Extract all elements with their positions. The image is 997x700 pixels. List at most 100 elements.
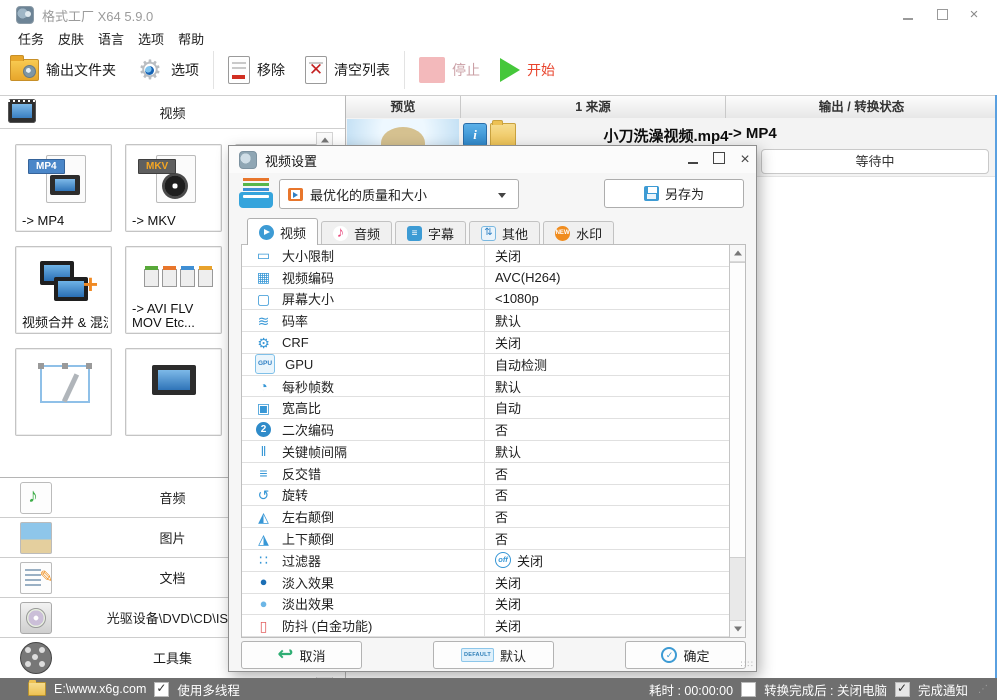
setting-label: GPU [285, 356, 314, 372]
close-button[interactable]: × [963, 7, 985, 22]
setting-value: 关闭 [495, 619, 522, 635]
format-card-mkv[interactable]: MKV -> MKV [125, 144, 222, 232]
setting-row-aspect-ratio[interactable]: ▣ 宽高比 自动 [242, 397, 745, 420]
setting-row-filter[interactable]: ∷ 过滤器 off 关闭 [242, 549, 745, 572]
setting-row-two-pass[interactable]: 2 二次编码 否 [242, 419, 745, 442]
format-card-merge[interactable]: + 视频合并 & 混流 [15, 246, 112, 334]
options-button[interactable]: ⚙ 选项 [126, 51, 209, 89]
clear-list-button[interactable]: ✕ 清空列表 [295, 51, 400, 89]
video-panel-header[interactable]: 视频 [0, 96, 345, 129]
tab-video[interactable]: 视频 [247, 218, 319, 245]
info-button[interactable]: i [463, 123, 487, 147]
crf-icon: ⚙ [257, 334, 270, 351]
save-as-button[interactable]: 另存为 [604, 179, 744, 208]
setting-row-fps[interactable]: ◔ 每秒帧数 默认 [242, 375, 745, 398]
dialog-icon [239, 151, 257, 169]
dialog-minimize-button[interactable] [684, 152, 702, 167]
setting-label-cell: 2 二次编码 [242, 419, 485, 441]
dialog-maximize-button[interactable] [710, 152, 728, 167]
format-card-crop[interactable] [15, 348, 112, 436]
setting-row-gpu[interactable]: GPU GPU 自动检测 [242, 353, 745, 376]
default-button[interactable]: DEFAULT 默认 [433, 641, 554, 669]
remove-button[interactable]: 移除 [218, 51, 295, 89]
setting-row-flip-horizontal[interactable]: ◭ 左右颠倒 否 [242, 506, 745, 529]
menu-item-help[interactable]: 帮助 [178, 29, 204, 48]
setting-label: 防抖 (白金功能) [282, 619, 373, 635]
scroll-down-button[interactable] [730, 620, 745, 637]
stop-button[interactable]: 停止 [409, 51, 490, 89]
settings-scrollbar[interactable] [729, 245, 745, 637]
format-card-mux[interactable] [125, 348, 222, 436]
remove-icon [228, 56, 250, 84]
preset-film-icon [288, 187, 303, 201]
menu-item-options[interactable]: 选项 [138, 29, 164, 48]
window-resize-grip[interactable]: ⋰ [978, 684, 989, 695]
start-button[interactable]: 开始 [490, 51, 565, 89]
crop-frame-icon [38, 363, 92, 403]
output-format: -> MP4 [728, 125, 777, 142]
setting-value: 否 [495, 423, 509, 439]
setting-value: 否 [495, 532, 509, 548]
setting-row-screen-size[interactable]: ▢ 屏幕大小 <1080p [242, 288, 745, 311]
setting-row-keyframe-interval[interactable]: ‖ 关键帧间隔 默认 [242, 441, 745, 463]
setting-value: 关闭 [495, 248, 522, 264]
dialog-close-button[interactable]: × [736, 152, 754, 168]
queue-header-row: 预览 1 来源 输出 / 转换状态 [346, 96, 997, 119]
menu-item-tasks[interactable]: 任务 [18, 29, 44, 48]
tab-watermark[interactable]: NEW 水印 [543, 221, 615, 245]
setting-label-cell: ∷ 过滤器 [242, 549, 485, 571]
minimize-button[interactable] [897, 8, 919, 22]
disc-icon [162, 173, 188, 199]
menu-item-skin[interactable]: 皮肤 [58, 29, 84, 48]
queue-column-header[interactable]: 输出 / 转换状态 [726, 96, 997, 118]
ok-button[interactable]: ✓ 确定 [625, 641, 746, 669]
setting-row-video-codec[interactable]: ▦ 视频编码 AVC(H264) [242, 266, 745, 289]
mini-format-icon [144, 266, 159, 287]
format-card-mp4[interactable]: MP4 -> MP4 [15, 144, 112, 232]
queue-column-header[interactable]: 1 来源 [461, 96, 726, 118]
setting-row-crf[interactable]: ⚙ CRF 关闭 [242, 332, 745, 354]
dialog-resize-grip[interactable]: ∷∷ [741, 659, 754, 670]
setting-label: 每秒帧数 [282, 379, 335, 395]
setting-row-size-limit[interactable]: ▭ 大小限制 关闭 [242, 245, 745, 267]
setting-value: 关闭 [495, 575, 522, 591]
shutdown-after-checkbox[interactable] [741, 681, 757, 697]
maximize-button[interactable] [931, 8, 953, 22]
tab-audio[interactable]: ♪ 音频 [321, 221, 393, 245]
setting-label: 反交错 [282, 466, 322, 482]
toolbar-separator [404, 51, 405, 89]
scroll-up-button[interactable] [730, 245, 745, 262]
scrollbar-thumb[interactable] [730, 262, 745, 558]
setting-value: 默认 [495, 314, 522, 330]
output-path[interactable]: E:\www.x6g.com [54, 682, 146, 696]
setting-label: 大小限制 [282, 248, 335, 264]
setting-row-flip-vertical[interactable]: ◮ 上下颠倒 否 [242, 528, 745, 550]
ok-label: 确定 [683, 648, 710, 664]
cancel-button[interactable]: ↩ 取消 [241, 641, 362, 669]
tab-other[interactable]: ⇅ 其他 [469, 221, 541, 245]
tab-subtitle[interactable]: ≡ 字幕 [395, 221, 467, 245]
notify-checkbox[interactable] [894, 681, 910, 697]
setting-row-fade-in[interactable]: ● 淡入效果 关闭 [242, 571, 745, 594]
multithread-checkbox[interactable] [154, 681, 170, 697]
size-limit-icon: ▭ [256, 247, 271, 264]
setting-value-cell: 否 [485, 485, 745, 506]
setting-row-fade-out[interactable]: ● 淡出效果 关闭 [242, 593, 745, 616]
gear-icon: ⚙ [137, 55, 163, 85]
tab-label: 字幕 [428, 227, 455, 242]
queue-column-header[interactable]: 预览 [346, 96, 461, 118]
setting-row-bitrate[interactable]: ≋ 码率 默认 [242, 310, 745, 333]
video-tab-icon [259, 224, 274, 240]
output-folder-button[interactable]: 输出文件夹 [0, 51, 126, 89]
format-card-icon-mp4: MP4 [28, 153, 94, 207]
setting-row-stabilize[interactable]: ▯ 防抖 (白金功能) 关闭 [242, 615, 745, 638]
setting-label: 二次编码 [282, 423, 335, 439]
preset-select[interactable]: 最优化的质量和大小 [279, 179, 519, 209]
format-card-multi[interactable]: -> AVI FLV MOV Etc... [125, 246, 222, 334]
setting-row-deinterlace[interactable]: ≡ 反交错 否 [242, 462, 745, 485]
menu-item-language[interactable]: 语言 [98, 29, 124, 48]
setting-row-rotate[interactable]: ↺ 旋转 否 [242, 484, 745, 507]
open-folder-button[interactable] [490, 120, 516, 147]
menu-bar: 任务 皮肤 语言 选项 帮助 [0, 28, 997, 48]
setting-value: 默认 [495, 444, 522, 460]
